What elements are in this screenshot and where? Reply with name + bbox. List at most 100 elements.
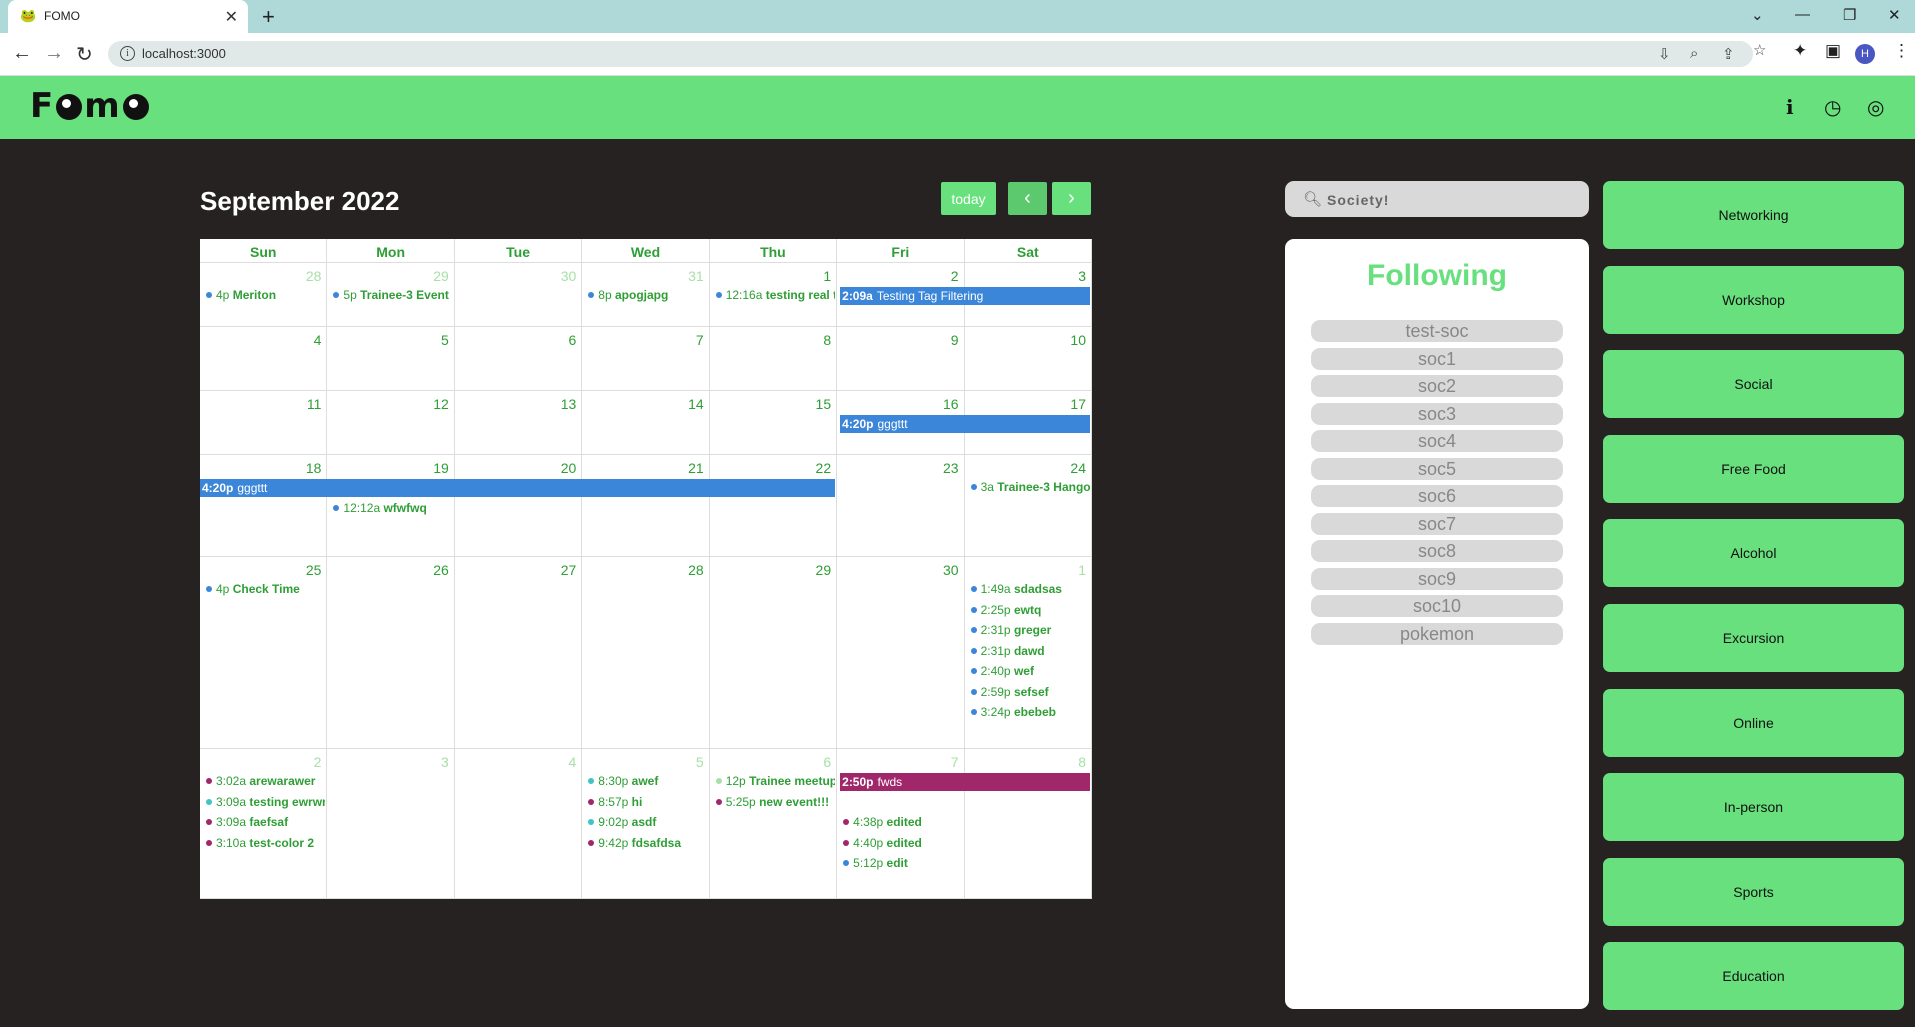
next-month-button[interactable]: ›: [1052, 182, 1091, 215]
day-number[interactable]: 1: [823, 268, 831, 284]
day-number[interactable]: 17: [1070, 396, 1086, 412]
calendar-day-cell[interactable]: 6 12p Trainee meetup 5:25p new event!!!: [709, 749, 838, 899]
followed-society[interactable]: soc10: [1311, 595, 1563, 617]
calendar-event[interactable]: 1:49a sdadsas: [970, 582, 1090, 596]
tag-filter-button[interactable]: Online: [1603, 688, 1904, 757]
calendar-day-cell[interactable]: 31 8p apogjapg: [582, 263, 710, 327]
day-number[interactable]: 29: [816, 562, 832, 578]
browser-tab[interactable]: 🐸 FOMO ✕: [8, 0, 248, 33]
tag-filter-button[interactable]: Networking: [1603, 181, 1904, 249]
calendar-event[interactable]: 9:42p fdsafdsa: [588, 836, 707, 850]
calendar-event[interactable]: 2:31p dawd: [970, 644, 1090, 658]
profile-avatar[interactable]: H: [1855, 44, 1875, 64]
day-number[interactable]: 8: [1078, 754, 1086, 770]
calendar-day-cell[interactable]: 23: [837, 455, 965, 557]
site-info-icon[interactable]: i: [120, 46, 135, 61]
day-number[interactable]: 5: [441, 332, 449, 348]
calendar-event[interactable]: 3:10a test-color 2: [206, 836, 325, 850]
day-number[interactable]: 19: [433, 460, 449, 476]
tag-filter-button[interactable]: Workshop: [1603, 265, 1904, 334]
followed-society[interactable]: soc4: [1311, 430, 1563, 452]
day-number[interactable]: 5: [696, 754, 704, 770]
followed-society[interactable]: soc1: [1311, 347, 1563, 370]
calendar-day-cell[interactable]: 29 5p Trainee-3 Event: [327, 263, 455, 327]
day-number[interactable]: 23: [943, 460, 959, 476]
calendar-event[interactable]: 12:12a wfwfwq: [333, 501, 452, 515]
calendar-day-cell[interactable]: 71:30p deployed disc4:38p edited4:40p ed…: [837, 749, 965, 899]
day-number[interactable]: 3: [441, 754, 449, 770]
multi-day-event[interactable]: 4:20p gggttt: [200, 479, 836, 497]
calendar-day-cell[interactable]: 28 4p Meriton: [200, 263, 328, 327]
tab-close-icon[interactable]: ✕: [225, 7, 238, 27]
followed-society[interactable]: test-soc: [1311, 320, 1563, 342]
day-number[interactable]: 8: [823, 332, 831, 348]
day-number[interactable]: 25: [306, 562, 322, 578]
omnibox[interactable]: i localhost:3000 ⇩ ⌕ ⇪: [108, 41, 1753, 67]
calendar-event[interactable]: 5p Trainee-3 Event: [333, 288, 452, 302]
tag-filter-button[interactable]: Alcohol: [1603, 519, 1904, 588]
search-input[interactable]: [1325, 187, 1579, 213]
followed-society[interactable]: soc3: [1311, 402, 1563, 425]
day-number[interactable]: 22: [816, 460, 832, 476]
minimize-icon[interactable]: —: [1795, 6, 1810, 23]
tag-filter-button[interactable]: Free Food: [1603, 434, 1904, 503]
followed-society[interactable]: soc5: [1311, 457, 1563, 480]
calendar-event[interactable]: 2:40p wef: [970, 664, 1090, 678]
calendar-day-cell[interactable]: 20: [454, 455, 583, 557]
calendar-day-cell[interactable]: 1 1:49a sdadsas 2:25p ewtq 2:31p greger 2:31…: [964, 557, 1092, 749]
fomo-logo[interactable]: Fm: [30, 86, 151, 126]
calendar-day-cell[interactable]: 4: [200, 327, 328, 391]
day-number[interactable]: 14: [688, 396, 704, 412]
calendar-event[interactable]: 2:31p greger: [970, 623, 1090, 637]
day-number[interactable]: 2: [314, 754, 322, 770]
calendar-event[interactable]: 9:02p asdf: [588, 815, 707, 829]
calendar-event[interactable]: 4p Meriton: [206, 288, 325, 302]
day-number[interactable]: 28: [688, 562, 704, 578]
calendar-event[interactable]: 4:40p edited: [843, 836, 962, 850]
calendar-event[interactable]: 4:38p edited: [843, 815, 962, 829]
society-search[interactable]: 🔍︎: [1285, 181, 1589, 217]
day-number[interactable]: 4: [568, 754, 576, 770]
day-number[interactable]: 10: [1070, 332, 1086, 348]
calendar-day-cell[interactable]: 26: [327, 557, 455, 749]
followed-society[interactable]: soc8: [1311, 540, 1563, 562]
calendar-day-cell[interactable]: 14: [582, 391, 710, 455]
calendar-event[interactable]: 12:16a testing real t: [715, 288, 835, 302]
tag-filter-button[interactable]: Excursion: [1603, 604, 1904, 672]
share-icon[interactable]: ⇪: [1722, 45, 1735, 63]
tag-filter-button[interactable]: Social: [1603, 350, 1904, 419]
day-number[interactable]: 31: [688, 268, 704, 284]
bookmark-star-icon[interactable]: ☆: [1753, 41, 1766, 59]
calendar-event[interactable]: 3:09a testing ewrwr: [206, 795, 325, 809]
forward-icon[interactable]: →: [44, 42, 64, 65]
extensions-icon[interactable]: ✦: [1793, 41, 1807, 61]
calendar-day-cell[interactable]: 1912:12a wefwef12:12a wfwfwq: [327, 455, 455, 557]
calendar-day-cell[interactable]: 5: [327, 327, 455, 391]
calendar-day-cell[interactable]: 1 12:16a testing real t: [709, 263, 838, 327]
day-number[interactable]: 28: [306, 268, 322, 284]
day-number[interactable]: 30: [943, 562, 959, 578]
day-number[interactable]: 9: [951, 332, 959, 348]
calendar-day-cell[interactable]: 18: [200, 455, 328, 557]
calendar-day-cell[interactable]: 11: [200, 391, 328, 455]
tag-filter-button[interactable]: In-person: [1603, 773, 1904, 842]
day-number[interactable]: 7: [696, 332, 704, 348]
back-icon[interactable]: ←: [12, 42, 32, 65]
calendar-event[interactable]: 3:24p ebebeb: [970, 705, 1090, 719]
calendar-event[interactable]: 5:25p new event!!!: [715, 795, 835, 809]
new-tab-icon[interactable]: +: [262, 4, 275, 30]
followed-society[interactable]: soc2: [1311, 375, 1563, 397]
calendar-day-cell[interactable]: 13: [454, 391, 583, 455]
day-number[interactable]: 3: [1078, 268, 1086, 284]
account-icon[interactable]: ◎: [1867, 95, 1884, 120]
calendar-day-cell[interactable]: 6: [454, 327, 583, 391]
window-close-icon[interactable]: ✕: [1888, 6, 1901, 24]
calendar-day-cell[interactable]: 5 8:30p awef 8:57p hi 9:02p asdf 9:42p fdsaf…: [582, 749, 710, 899]
calendar-day-cell[interactable]: 3: [327, 749, 455, 899]
day-number[interactable]: 2: [951, 268, 959, 284]
reload-icon[interactable]: ↻: [76, 42, 93, 67]
followed-society[interactable]: pokemon: [1311, 622, 1563, 645]
calendar-event[interactable]: 8:57p hi: [588, 795, 707, 809]
calendar-day-cell[interactable]: 10: [964, 327, 1092, 391]
info-icon[interactable]: i: [1786, 95, 1794, 119]
